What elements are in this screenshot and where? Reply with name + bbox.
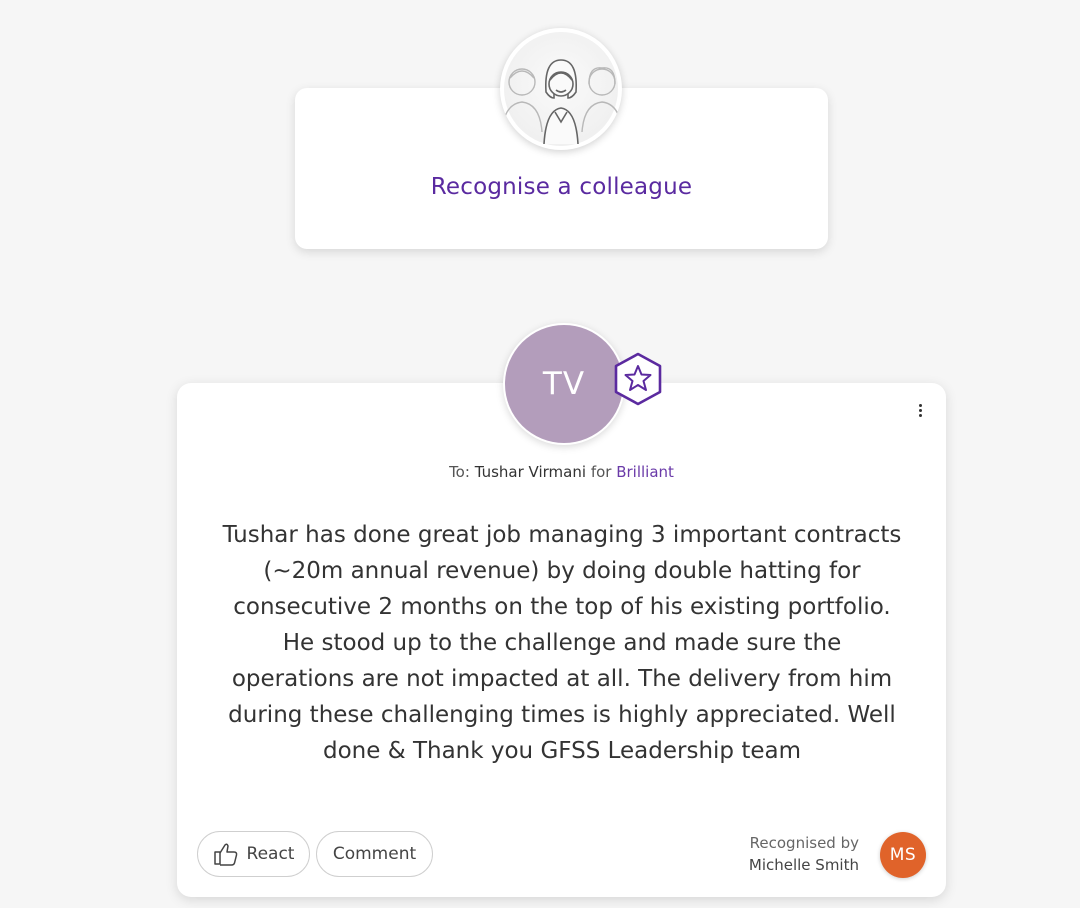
- recognition-value: Brilliant: [616, 463, 674, 481]
- react-label: React: [246, 844, 295, 864]
- comment-button[interactable]: Comment: [316, 831, 433, 877]
- for-word: for: [590, 463, 612, 481]
- recognition-feed: Recognise a colleague TV To: Tushar Virm…: [0, 0, 1080, 908]
- recipient-initials: TV: [505, 325, 623, 443]
- colleagues-icon[interactable]: [500, 28, 622, 150]
- recognised-by: Recognised by Michelle Smith: [700, 832, 859, 876]
- giver-initials: MS: [889, 845, 917, 865]
- recipient-line: To: Tushar Virmani for Brilliant: [177, 463, 946, 481]
- recognise-colleague-label[interactable]: Recognise a colleague: [295, 174, 828, 200]
- recipient-name[interactable]: Tushar Virmani: [475, 463, 586, 481]
- giver-name[interactable]: Michelle Smith: [700, 854, 859, 876]
- recognised-by-label: Recognised by: [749, 834, 859, 852]
- react-button[interactable]: React: [197, 831, 310, 877]
- more-options-icon[interactable]: [910, 400, 930, 420]
- to-prefix: To:: [449, 463, 470, 481]
- giver-avatar[interactable]: MS: [880, 832, 926, 878]
- star-hexagon-icon: [614, 352, 662, 406]
- comment-label: Comment: [332, 844, 417, 864]
- thumbs-up-icon: [213, 843, 237, 866]
- recipient-avatar[interactable]: TV: [503, 323, 625, 445]
- recognition-message: Tushar has done great job managing 3 imp…: [222, 522, 902, 764]
